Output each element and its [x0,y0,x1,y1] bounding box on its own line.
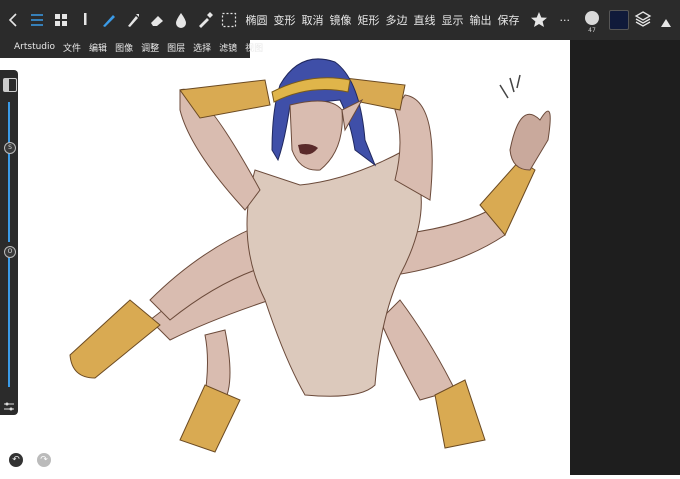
smudge-tool-icon[interactable] [122,8,144,32]
menu-image[interactable]: 图像 [115,41,133,54]
command-rectangle[interactable]: 矩形 [358,12,380,28]
command-line[interactable]: 直线 [414,12,436,28]
color-swatch[interactable] [609,10,629,30]
lower-right-limb [379,299,456,401]
menu-icon[interactable] [26,8,48,32]
undo-icon[interactable]: ↶ [9,453,23,467]
torso [246,149,422,397]
menu-select[interactable]: 选择 [193,41,211,54]
command-save[interactable]: 保存 [498,12,520,28]
back-icon[interactable] [2,8,24,32]
opacity-slider-knob[interactable]: O [4,246,16,258]
collapse-triangle-icon[interactable] [660,14,672,27]
eyedropper-tool-icon[interactable] [194,8,216,32]
left-slider-panel: S O [0,70,18,415]
menu-artstudio[interactable]: Artstudio [14,42,55,52]
more-button[interactable]: ··· [559,14,570,27]
drawing-canvas[interactable] [0,0,570,475]
size-slider-track[interactable] [8,102,10,242]
menu-bar: Artstudio 文件 编辑 图像 调整 图层 选择 滤镜 视图 [0,36,263,58]
command-display[interactable]: 显示 [442,12,464,28]
face [289,100,343,171]
right-panel [570,0,680,475]
fill-tool-icon[interactable] [170,8,192,32]
pencil-tool-icon[interactable] [74,8,96,32]
redo-icon[interactable]: ↷ [37,453,51,467]
brush-tool-icon[interactable] [98,8,120,32]
menu-edit[interactable]: 编辑 [89,41,107,54]
star-icon[interactable] [528,8,550,32]
brush-size-indicator[interactable] [585,11,599,25]
motion-lines [499,74,521,99]
command-mirror[interactable]: 镜像 [330,12,352,28]
opacity-slider-track[interactable] [8,252,10,387]
menu-filter[interactable]: 滤镜 [219,41,237,54]
panel-toggle-icon[interactable] [3,78,17,92]
layers-icon[interactable] [634,10,652,28]
command-ellipse[interactable]: 椭圆 [246,12,268,28]
left-boot [69,299,161,379]
command-polygon[interactable]: 多边 [386,12,408,28]
command-transform[interactable]: 变形 [274,12,296,28]
eraser-tool-icon[interactable] [146,8,168,32]
bottom-left-boot [179,384,241,453]
grid-icon[interactable] [50,8,72,32]
size-slider-knob[interactable]: S [4,142,16,154]
artwork [69,58,551,453]
sliders-settings-icon[interactable] [3,398,15,411]
brush-size-value: 47 [588,27,596,34]
menu-view[interactable]: 视图 [245,41,263,54]
top-toolbar: 椭圆 变形 取消 镜像 矩形 多边 直线 显示 输出 保存 ··· [0,0,570,40]
menu-layer[interactable]: 图层 [167,41,185,54]
selection-tool-icon[interactable] [218,8,240,32]
command-export[interactable]: 输出 [470,12,492,28]
command-cancel[interactable]: 取消 [302,12,324,28]
menu-file[interactable]: 文件 [63,41,81,54]
menu-adjust[interactable]: 调整 [141,41,159,54]
right-hand [509,110,551,171]
